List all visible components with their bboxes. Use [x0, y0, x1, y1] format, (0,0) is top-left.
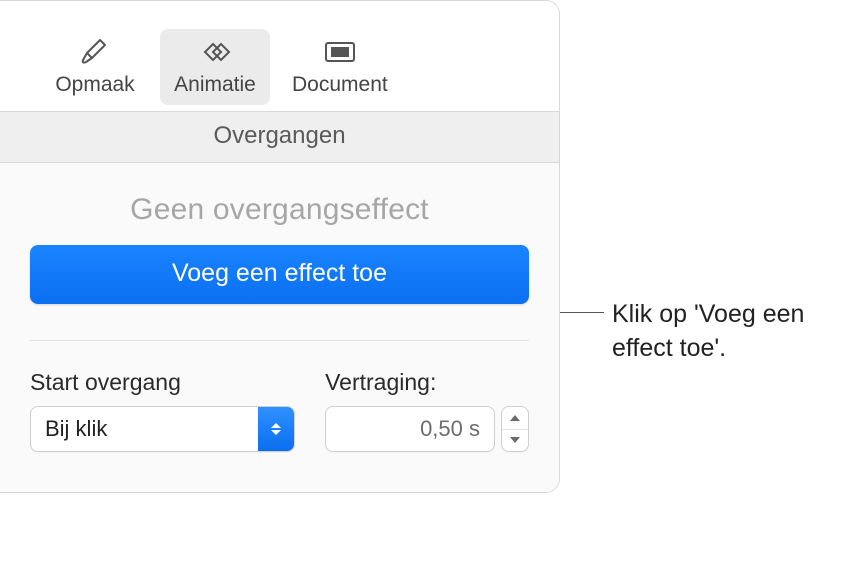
- toolbar-label-animatie: Animatie: [174, 73, 256, 97]
- start-transition-group: Start overgang Bij klik: [30, 369, 295, 452]
- chevron-down-icon: [271, 430, 281, 435]
- delay-stepper: 0,50 s: [325, 406, 529, 452]
- delay-label: Vertraging:: [325, 369, 529, 396]
- toolbar-label-opmaak: Opmaak: [55, 73, 134, 97]
- callout-text: Klik op 'Voeg een effect toe'.: [604, 298, 844, 366]
- delay-group: Vertraging: 0,50 s: [325, 369, 529, 452]
- controls-row: Start overgang Bij klik Vertraging: 0,50…: [30, 369, 529, 452]
- toolbar-tab-document[interactable]: Document: [280, 29, 400, 105]
- delay-stepper-buttons: [501, 406, 529, 452]
- animation-icon: [194, 35, 236, 69]
- stepper-down-button[interactable]: [502, 429, 528, 452]
- inspector-toolbar: Opmaak Animatie Document: [0, 1, 559, 111]
- chevron-up-icon: [510, 415, 520, 421]
- section-header-overgangen: Overgangen: [0, 111, 559, 163]
- delay-field[interactable]: 0,50 s: [325, 406, 495, 452]
- start-transition-label: Start overgang: [30, 369, 295, 396]
- brush-icon: [74, 35, 116, 69]
- toolbar-tab-opmaak[interactable]: Opmaak: [40, 29, 150, 105]
- start-transition-select[interactable]: Bij klik: [30, 406, 295, 452]
- stepper-up-button[interactable]: [502, 407, 528, 429]
- panel-body: Geen overgangseffect Voeg een effect toe…: [0, 163, 559, 492]
- no-effect-label: Geen overgangseffect: [30, 193, 529, 227]
- add-effect-button[interactable]: Voeg een effect toe: [30, 245, 529, 304]
- document-icon: [319, 35, 361, 69]
- divider: [30, 340, 529, 341]
- toolbar-label-document: Document: [292, 73, 388, 97]
- callout: Klik op 'Voeg een effect toe'.: [560, 298, 844, 366]
- chevron-up-icon: [271, 423, 281, 428]
- select-handle-icon: [258, 407, 294, 451]
- callout-line: [560, 312, 604, 313]
- toolbar-tab-animatie[interactable]: Animatie: [160, 29, 270, 105]
- chevron-down-icon: [510, 437, 520, 443]
- inspector-panel: Opmaak Animatie Document Overgangen Geen…: [0, 0, 560, 493]
- start-transition-value: Bij klik: [31, 407, 258, 451]
